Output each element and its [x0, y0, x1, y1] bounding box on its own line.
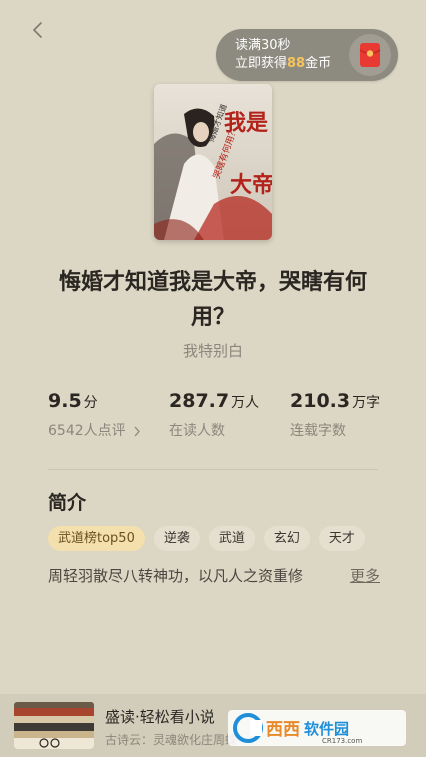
watermark-logo: 西西 软件园 CR173.com: [228, 710, 406, 746]
divider: [48, 469, 378, 470]
book-cover-art: 我是 大帝 哭瞎有何用？ 悔婚才知道: [154, 84, 272, 240]
book-cover[interactable]: 我是 大帝 哭瞎有何用？ 悔婚才知道: [154, 84, 272, 240]
stat-word-count-label: 连载字数: [290, 423, 346, 439]
banner-subtitle: 古诗云：灵魂欲化庄周蝶: [105, 733, 238, 747]
red-envelope-button[interactable]: [349, 34, 391, 76]
tag-item[interactable]: 逆袭: [153, 526, 200, 551]
svg-text:西西: 西西: [266, 720, 300, 740]
svg-text:CR173.com: CR173.com: [322, 737, 362, 745]
stat-word-count-value: 210.3 万字: [290, 390, 381, 412]
reward-line-1: 读满30秒: [235, 38, 291, 53]
stat-rating[interactable]: 9.5 分 6542人点评: [48, 390, 141, 440]
book-stats: 9.5 分 6542人点评 287.7 万人 在读人数 210.3 万字 连载字数: [0, 390, 426, 450]
tag-ranking[interactable]: 武道榜top50: [48, 526, 145, 551]
more-link[interactable]: 更多: [350, 565, 380, 586]
reward-amount: 88: [287, 56, 306, 71]
svg-text:软件园: 软件园: [304, 720, 349, 738]
reward-line-2: 立即获得88金币: [235, 56, 332, 71]
stat-readers: 287.7 万人 在读人数: [169, 390, 259, 440]
banner-title: 盛读·轻松看小说: [105, 708, 215, 726]
chevron-right-icon: [134, 426, 140, 436]
back-button[interactable]: [26, 18, 50, 42]
svg-text:大帝: 大帝: [230, 172, 272, 198]
chevron-left-icon: [33, 22, 42, 38]
stat-word-count: 210.3 万字 连载字数: [290, 390, 380, 440]
tag-item[interactable]: 玄幻: [263, 526, 310, 551]
stat-readers-value: 287.7 万人: [169, 390, 260, 412]
stat-readers-label: 在读人数: [169, 423, 225, 439]
tag-item[interactable]: 天才: [318, 526, 365, 551]
stat-rating-label: 6542人点评: [48, 420, 141, 440]
intro-row: 周轻羽散尽八转神功，以凡人之资重修 更多: [48, 565, 380, 585]
books-image: [14, 702, 94, 749]
tag-list: 武道榜top50 逆袭 武道 玄幻 天才: [48, 526, 365, 551]
intro-heading: 简介: [48, 492, 87, 514]
intro-text: 周轻羽散尽八转神功，以凡人之资重修: [48, 567, 304, 585]
stat-rating-value: 9.5 分: [48, 390, 98, 412]
book-author[interactable]: 我特别白: [0, 340, 426, 361]
reading-reward-pill[interactable]: 读满30秒 立即获得88金币: [216, 29, 398, 81]
banner-thumbnail: [14, 702, 94, 749]
red-envelope-icon: [359, 43, 381, 67]
reward-text: 读满30秒 立即获得88金币: [235, 37, 331, 73]
tag-item[interactable]: 武道: [208, 526, 255, 551]
book-title: 悔婚才知道我是大帝，哭瞎有何用？: [58, 270, 367, 330]
site-watermark: 西西 软件园 CR173.com: [228, 708, 406, 748]
